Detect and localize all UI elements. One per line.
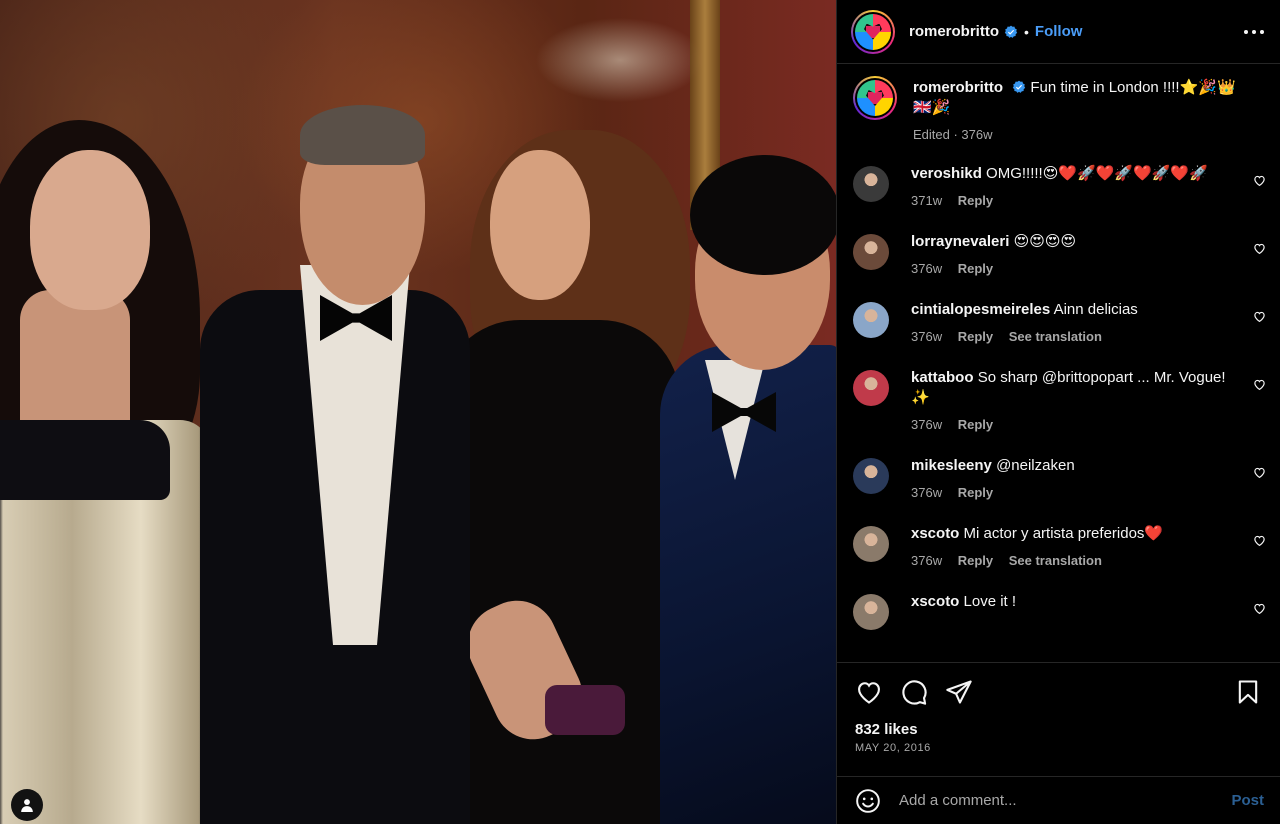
comment-meta: 376w Reply See translation bbox=[911, 329, 1236, 344]
commenter-avatar[interactable] bbox=[853, 234, 889, 270]
comment-row: mikesleeny @neilzaken 376w Reply bbox=[853, 456, 1266, 500]
post-comment-button[interactable]: Post bbox=[1231, 792, 1264, 809]
comment-age: 371w bbox=[911, 193, 943, 208]
comment-text: Love it ! bbox=[963, 593, 1017, 610]
emoji-icon[interactable] bbox=[855, 788, 881, 814]
post-date: MAY 20, 2016 bbox=[855, 742, 931, 754]
person-1-dress-top bbox=[0, 420, 170, 500]
comment-row: xscoto Love it ! bbox=[853, 592, 1266, 630]
comment-age: 376w bbox=[911, 417, 943, 432]
heart-icon[interactable] bbox=[855, 678, 883, 706]
comment-row: cintialopesmeireles Ainn delicias 376w R… bbox=[853, 300, 1266, 344]
more-options-icon[interactable] bbox=[1242, 20, 1266, 44]
comment-age: 376w bbox=[911, 261, 943, 276]
heart-icon[interactable] bbox=[1253, 378, 1266, 391]
comment-meta: 371w Reply bbox=[911, 193, 1236, 208]
commenter-username[interactable]: veroshikd bbox=[911, 165, 982, 182]
comment-meta: 376w Reply bbox=[911, 417, 1236, 432]
tagged-users-button[interactable] bbox=[11, 789, 43, 821]
reply-button[interactable]: Reply bbox=[958, 329, 993, 344]
person-3-dress bbox=[440, 320, 680, 824]
heart-icon[interactable] bbox=[1253, 602, 1266, 615]
caption-author-avatar[interactable] bbox=[853, 76, 897, 120]
comment-text: @neilzaken bbox=[996, 457, 1075, 474]
comment-row: lorraynevaleri 😍😍😍😍 376w Reply bbox=[853, 232, 1266, 276]
likes-count[interactable]: 832 likes bbox=[855, 721, 1266, 738]
user-icon bbox=[21, 799, 33, 812]
person-3-clutch bbox=[545, 685, 625, 735]
see-translation-button[interactable]: See translation bbox=[1009, 329, 1102, 344]
commenter-avatar[interactable] bbox=[853, 166, 889, 202]
comment-row: kattaboo So sharp @brittopopart ... Mr. … bbox=[853, 368, 1266, 432]
author-username[interactable]: romerobritto bbox=[909, 23, 999, 40]
see-translation-button[interactable]: See translation bbox=[1009, 553, 1102, 568]
commenter-username[interactable]: mikesleeny bbox=[911, 457, 992, 474]
reply-button[interactable]: Reply bbox=[958, 193, 993, 208]
comment-age: 376w bbox=[911, 553, 943, 568]
caption-meta: Edited · 376w bbox=[913, 127, 993, 142]
person-1-face bbox=[30, 150, 150, 310]
caption-username[interactable]: romerobritto bbox=[913, 79, 1003, 96]
heart-icon[interactable] bbox=[1253, 534, 1266, 547]
commenter-username[interactable]: xscoto bbox=[911, 525, 959, 542]
comments-list[interactable]: romerobritto Fun time in London !!!!⭐🎉👑🇬… bbox=[837, 64, 1280, 662]
comment-text: OMG!!!!!😍❤️🚀❤️🚀❤️🚀❤️🚀 bbox=[986, 165, 1208, 182]
commenter-avatar[interactable] bbox=[853, 370, 889, 406]
verified-badge-icon bbox=[1004, 25, 1018, 38]
post-side-panel: romerobritto • Follow romerobritto Fun t… bbox=[836, 0, 1280, 824]
post-header: romerobritto • Follow bbox=[837, 0, 1280, 64]
comment-text: Ainn delicias bbox=[1053, 301, 1138, 318]
commenter-username[interactable]: cintialopesmeireles bbox=[911, 301, 1050, 318]
follow-button[interactable]: Follow bbox=[1035, 23, 1083, 40]
comment-row: veroshikd OMG!!!!!😍❤️🚀❤️🚀❤️🚀❤️🚀 371w Rep… bbox=[853, 164, 1266, 208]
comment-row: xscoto Mi actor y artista preferidos❤️ 3… bbox=[853, 524, 1266, 568]
commenter-avatar[interactable] bbox=[853, 594, 889, 630]
heart-icon[interactable] bbox=[1253, 310, 1266, 323]
comment-text: 😍😍😍😍 bbox=[1013, 233, 1077, 250]
bookmark-icon[interactable] bbox=[1234, 678, 1262, 706]
comment-text: Mi actor y artista preferidos❤️ bbox=[963, 525, 1164, 542]
heart-icon[interactable] bbox=[1253, 242, 1266, 255]
heart-icon[interactable] bbox=[1253, 466, 1266, 479]
reply-button[interactable]: Reply bbox=[958, 261, 993, 276]
reply-button[interactable]: Reply bbox=[958, 485, 993, 500]
commenter-username[interactable]: kattaboo bbox=[911, 369, 974, 386]
person-2-hair bbox=[300, 105, 425, 165]
author-avatar[interactable] bbox=[851, 9, 895, 54]
comment-age: 376w bbox=[911, 329, 943, 344]
comment-icon[interactable] bbox=[900, 678, 928, 706]
comment-input[interactable] bbox=[899, 792, 1232, 809]
action-bar: 832 likes MAY 20, 2016 bbox=[837, 662, 1280, 774]
separator-dot: • bbox=[1024, 23, 1029, 40]
comment-meta: 376w Reply bbox=[911, 485, 1236, 500]
commenter-avatar[interactable] bbox=[853, 302, 889, 338]
share-icon[interactable] bbox=[945, 678, 973, 706]
post-caption: romerobritto Fun time in London !!!!⭐🎉👑🇬… bbox=[853, 76, 1266, 142]
verified-badge-icon bbox=[1012, 80, 1026, 93]
reply-button[interactable]: Reply bbox=[958, 417, 993, 432]
comment-age: 376w bbox=[911, 485, 943, 500]
add-comment-bar: Post bbox=[837, 776, 1280, 824]
post-photo[interactable] bbox=[0, 0, 836, 824]
reply-button[interactable]: Reply bbox=[958, 553, 993, 568]
person-3-face bbox=[490, 150, 590, 300]
person-4-hair bbox=[690, 155, 836, 275]
comment-meta: 376w Reply See translation bbox=[911, 553, 1236, 568]
commenter-username[interactable]: xscoto bbox=[911, 593, 959, 610]
commenter-avatar[interactable] bbox=[853, 526, 889, 562]
commenter-avatar[interactable] bbox=[853, 458, 889, 494]
comment-meta: 376w Reply bbox=[911, 261, 1236, 276]
heart-icon[interactable] bbox=[1253, 174, 1266, 187]
commenter-username[interactable]: lorraynevaleri bbox=[911, 233, 1009, 250]
